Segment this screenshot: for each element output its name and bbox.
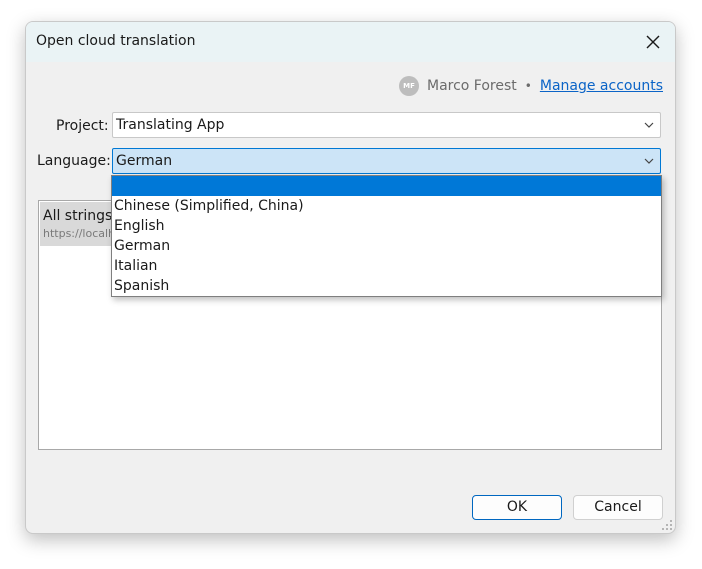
list-item-title: All strings: [43, 208, 113, 224]
title-bar: Open cloud translation: [26, 22, 675, 62]
language-option-empty[interactable]: [112, 176, 661, 196]
close-button[interactable]: [641, 30, 665, 54]
user-name: Marco Forest: [426, 78, 517, 94]
language-value: German: [116, 153, 173, 169]
close-icon: [646, 35, 660, 49]
language-dropdown-list[interactable]: Chinese (Simplified, China) English Germ…: [111, 175, 662, 297]
language-option-italian[interactable]: Italian: [112, 256, 661, 276]
account-info: MF Marco Forest • Manage accounts: [398, 75, 663, 97]
ok-button[interactable]: OK: [472, 495, 562, 520]
language-select[interactable]: German: [112, 148, 661, 174]
chevron-down-icon: [644, 122, 654, 128]
project-select[interactable]: Translating App: [112, 112, 661, 138]
avatar: MF: [398, 76, 419, 96]
language-option-chinese[interactable]: Chinese (Simplified, China): [112, 196, 661, 216]
language-option-spanish[interactable]: Spanish: [112, 276, 661, 296]
cancel-button[interactable]: Cancel: [573, 495, 663, 520]
separator-dot: •: [524, 79, 532, 93]
dialog-title: Open cloud translation: [36, 33, 196, 49]
project-label: Project:: [56, 118, 109, 134]
manage-accounts-link[interactable]: Manage accounts: [540, 78, 663, 94]
language-option-german[interactable]: German: [112, 236, 661, 256]
language-option-english[interactable]: English: [112, 216, 661, 236]
project-value: Translating App: [116, 117, 225, 133]
language-label: Language:: [37, 153, 111, 169]
list-item-url: https://localh: [43, 227, 116, 240]
resize-grip-icon[interactable]: [661, 519, 673, 531]
chevron-down-icon: [644, 158, 654, 164]
